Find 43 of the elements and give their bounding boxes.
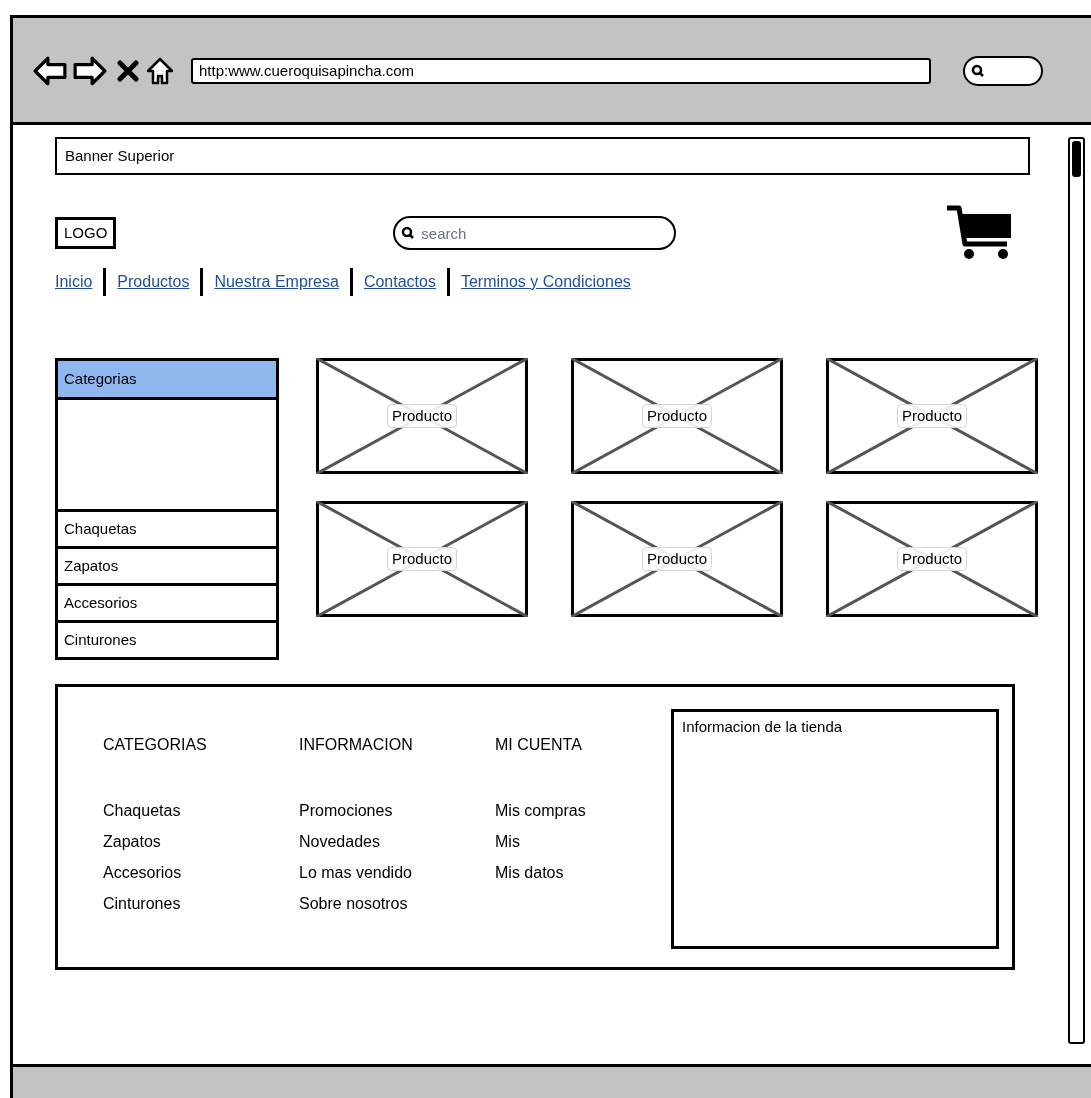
top-banner: Banner Superior [55,137,1030,175]
home-icon[interactable] [145,56,175,86]
product-label: Producto [896,546,967,572]
browser-search-field[interactable] [963,56,1043,86]
footer-heading: INFORMACION [299,735,414,755]
close-icon[interactable] [117,60,139,82]
back-arrow-icon[interactable] [33,56,67,86]
footer-link[interactable]: Sobre nosotros [299,892,495,915]
product-label: Producto [641,546,712,572]
footer-link[interactable]: Cinturones [103,892,299,915]
scrollbar[interactable] [1068,137,1085,1044]
nav-link[interactable]: Nuestra Empresa [214,270,339,294]
product-label: Producto [386,546,457,572]
sidebar-item[interactable]: Accesorios [55,583,279,623]
logo: LOGO [55,216,117,250]
nav-link[interactable]: Terminos y Condiciones [460,270,631,294]
footer-heading: CATEGORIAS [103,735,208,755]
forward-arrow-icon[interactable] [73,56,107,86]
footer-link[interactable]: Promociones [299,799,495,822]
footer-link[interactable]: Lo mas vendido [299,861,495,884]
sidebar-item[interactable]: Zapatos [55,546,279,586]
footer-link[interactable]: Mis datos [495,861,691,884]
store-info-text: Informacion de la tienda [682,718,843,735]
nav-link[interactable]: Productos [117,270,190,294]
sidebar-item[interactable]: Cinturones [55,620,279,660]
sidebar-header[interactable]: Categorias [55,358,279,400]
footer-link[interactable]: Zapatos [103,830,299,853]
product-label: Producto [896,403,967,429]
address-bar[interactable]: http:www.cueroquisapincha.com [191,58,931,84]
footer-link[interactable]: Mis [495,830,691,853]
product-label: Producto [641,403,712,429]
footer-link[interactable]: Chaquetas [103,799,299,822]
footer-link[interactable]: Novedades [299,830,495,853]
nav-link[interactable]: Contactos [363,270,436,294]
search-icon [401,226,416,240]
product-label: Producto [386,403,457,429]
footer-link[interactable]: Mis compras [495,799,691,822]
sidebar-item[interactable]: Chaquetas [55,509,279,549]
search-field[interactable]: search [393,216,677,250]
nav-link[interactable]: Inicio [55,270,93,294]
search-icon [971,64,985,78]
footer-link[interactable]: Accesorios [103,861,299,884]
footer-heading: MI CUENTA [495,735,583,755]
